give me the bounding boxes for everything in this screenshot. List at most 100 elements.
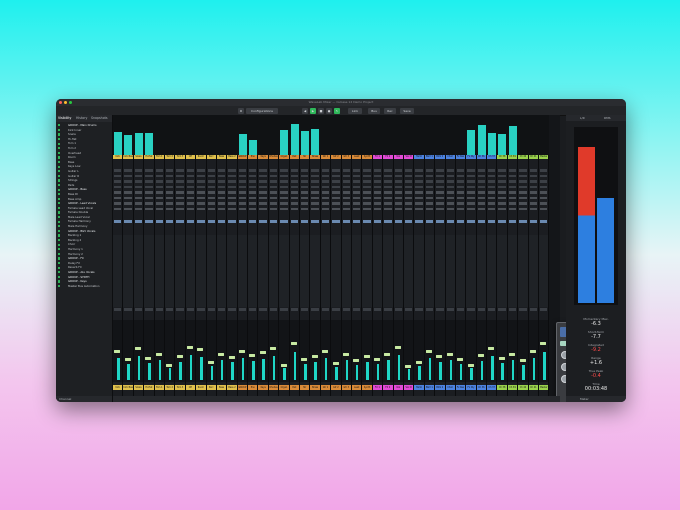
insert-slot[interactable]	[384, 207, 392, 210]
channel-strip[interactable]: Synth Synth	[362, 115, 373, 396]
insert-slot[interactable]	[228, 196, 236, 199]
insert-slot[interactable]	[352, 207, 361, 210]
insert-slot[interactable]	[446, 202, 454, 205]
insert-slot[interactable]	[384, 191, 392, 194]
routing-slot[interactable]	[467, 180, 475, 183]
send-slot[interactable]	[269, 220, 278, 223]
routing-slot[interactable]	[342, 174, 350, 177]
visibility-checkbox[interactable]	[57, 193, 60, 196]
insert-slot[interactable]	[176, 207, 184, 210]
routing-slot[interactable]	[352, 185, 361, 188]
insert-slot[interactable]	[508, 196, 517, 199]
routing-slot[interactable]	[342, 180, 350, 183]
channel-strip[interactable]: Snare Snare	[133, 115, 145, 396]
routing-slot[interactable]	[259, 180, 267, 183]
volume-fader[interactable]	[529, 349, 536, 353]
channel-strip[interactable]: Ch 36 Ch 36	[476, 115, 488, 396]
routing-slot[interactable]	[373, 185, 382, 188]
insert-slot[interactable]	[456, 207, 465, 210]
insert-slot[interactable]	[217, 207, 226, 210]
routing-slot[interactable]	[124, 185, 132, 188]
channel-strip[interactable]: Tom 2 Tom 2	[164, 115, 176, 396]
volume-fader[interactable]	[436, 355, 443, 359]
channel-strip[interactable]: Tom 1 Tom 1	[154, 115, 165, 396]
send-slot[interactable]	[124, 220, 132, 223]
insert-slot[interactable]	[467, 196, 475, 199]
mute-solo-buttons[interactable]	[134, 308, 143, 311]
routing-slot[interactable]	[197, 169, 205, 172]
insert-slot[interactable]	[134, 207, 143, 210]
insert-slot[interactable]	[498, 191, 506, 194]
visibility-checkbox[interactable]	[57, 151, 60, 154]
send-slot[interactable]	[217, 220, 226, 223]
mute-solo-buttons[interactable]	[519, 308, 527, 311]
visibility-checkbox[interactable]	[57, 248, 60, 251]
insert-slot[interactable]	[207, 207, 215, 210]
routing-slot[interactable]	[301, 185, 309, 188]
mute-solo-buttons[interactable]	[540, 308, 548, 311]
routing-slot[interactable]	[508, 174, 517, 177]
routing-slot[interactable]	[373, 180, 382, 183]
insert-slot[interactable]	[114, 207, 122, 210]
mute-solo-buttons[interactable]	[332, 308, 340, 311]
routing-slot[interactable]	[165, 169, 174, 172]
insert-slot[interactable]	[529, 191, 538, 194]
visibility-checkbox[interactable]	[57, 174, 60, 177]
routing-slot[interactable]	[384, 174, 392, 177]
routing-slot[interactable]	[186, 174, 195, 177]
volume-fader[interactable]	[301, 358, 308, 361]
channel-name-bottom[interactable]: Perc	[206, 385, 216, 390]
insert-slot[interactable]	[249, 196, 257, 199]
mute-solo-buttons[interactable]	[259, 308, 267, 311]
routing-slot[interactable]	[425, 185, 434, 188]
insert-slot[interactable]	[207, 202, 215, 205]
routing-slot[interactable]	[186, 180, 195, 183]
insert-slot[interactable]	[165, 191, 174, 194]
routing-slot[interactable]	[114, 185, 122, 188]
track-row[interactable]: Master Bus Automation	[56, 284, 112, 289]
send-slot[interactable]	[436, 220, 444, 223]
rewind-icon[interactable]: ◀	[302, 107, 308, 114]
routing-slot[interactable]	[446, 180, 454, 183]
visibility-checkbox[interactable]	[57, 280, 60, 283]
tab-visibility[interactable]: Visibility	[58, 115, 71, 122]
routing-slot[interactable]	[498, 180, 506, 183]
channel-strip[interactable]: Organ Organ	[279, 115, 290, 396]
insert-slot[interactable]	[145, 207, 153, 210]
insert-slot[interactable]	[436, 202, 444, 205]
send-slot[interactable]	[207, 220, 215, 223]
channel-name-bottom[interactable]: Master	[539, 385, 549, 390]
send-slot[interactable]	[508, 220, 517, 223]
channel-name-bottom[interactable]: Snare	[133, 385, 144, 390]
routing-slot[interactable]	[529, 180, 538, 183]
insert-slot[interactable]	[404, 191, 413, 194]
routing-slot[interactable]	[508, 169, 517, 172]
insert-slot[interactable]	[311, 207, 319, 210]
channel-name-bottom[interactable]: GROUP	[237, 385, 248, 390]
tab-channel[interactable]: Channel	[59, 397, 71, 401]
mute-solo-buttons[interactable]	[373, 308, 382, 311]
routing-slot[interactable]	[404, 185, 413, 188]
routing-slot[interactable]	[238, 185, 247, 188]
routing-slot[interactable]	[311, 180, 319, 183]
routing-slot[interactable]	[114, 169, 122, 172]
insert-slot[interactable]	[321, 202, 330, 205]
channel-name-top[interactable]: FX 1	[372, 155, 383, 159]
insert-slot[interactable]	[373, 196, 382, 199]
volume-fader[interactable]	[187, 345, 194, 349]
insert-slot[interactable]	[384, 196, 392, 199]
routing-slot[interactable]	[145, 180, 153, 183]
send-slot[interactable]	[540, 220, 548, 223]
insert-slot[interactable]	[373, 202, 382, 205]
insert-slot[interactable]	[436, 196, 444, 199]
channel-name-bottom[interactable]: Harm	[414, 385, 424, 390]
send-slot[interactable]	[352, 220, 361, 223]
routing-slot[interactable]	[488, 180, 496, 183]
routing-slot[interactable]	[529, 169, 538, 172]
insert-slot[interactable]	[259, 191, 267, 194]
routing-slot[interactable]	[197, 185, 205, 188]
channel-name-bottom[interactable]: Ch 37	[487, 385, 497, 390]
insert-slot[interactable]	[394, 207, 402, 210]
mute-solo-buttons[interactable]	[477, 308, 486, 311]
configurations-dropdown[interactable]: Configurations	[246, 107, 278, 114]
